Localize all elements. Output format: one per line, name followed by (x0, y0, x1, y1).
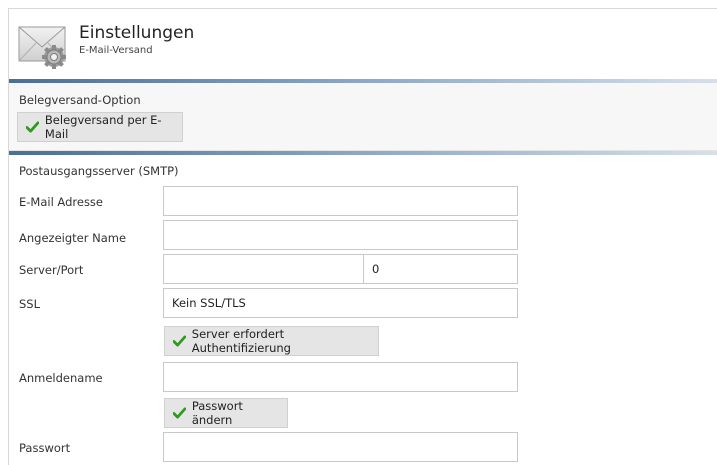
password-field[interactable] (163, 432, 518, 462)
belegversand-toggle-button[interactable]: Belegversand per E-Mail (17, 112, 183, 142)
password-label: Passwort (19, 441, 71, 455)
envelope-gear-icon (18, 26, 66, 69)
page-title: Einstellungen (79, 23, 195, 43)
checkmark-icon (173, 335, 186, 347)
ssl-label: SSL (19, 297, 41, 311)
ssl-select-value: Kein SSL/TLS (172, 296, 246, 310)
belegversand-section: Belegversand-Option Belegversand per E-M… (9, 83, 717, 151)
login-label: Anmeldename (19, 371, 103, 385)
change-password-button[interactable]: Passwort ändern (164, 398, 288, 428)
server-field[interactable] (163, 254, 364, 284)
display-name-label: Angezeigter Name (19, 231, 127, 245)
page-subtitle: E-Mail-Versand (79, 45, 153, 56)
change-password-label: Passwort ändern (191, 399, 243, 427)
ssl-select[interactable]: Kein SSL/TLS (163, 288, 518, 318)
belegversand-toggle-label: Belegversand per E-Mail (44, 113, 162, 141)
checkmark-icon (26, 121, 39, 133)
email-field[interactable] (163, 186, 518, 216)
auth-toggle-button[interactable]: Server erfordert Authentifizierung (164, 326, 379, 356)
server-port-label: Server/Port (19, 263, 84, 277)
auth-toggle-label: Server erfordert Authentifizierung (191, 327, 291, 355)
email-label: E-Mail Adresse (19, 195, 104, 209)
settings-panel: Einstellungen E-Mail-Versand Belegversan… (8, 8, 717, 465)
port-field[interactable] (363, 254, 518, 284)
smtp-section-label: Postausgangsserver (SMTP) (19, 164, 179, 178)
display-name-field[interactable] (163, 220, 518, 250)
login-field[interactable] (163, 362, 518, 392)
settings-header: Einstellungen E-Mail-Versand (9, 9, 717, 79)
section-divider (9, 151, 717, 155)
belegversand-section-label: Belegversand-Option (19, 93, 141, 107)
checkmark-icon (173, 407, 186, 419)
